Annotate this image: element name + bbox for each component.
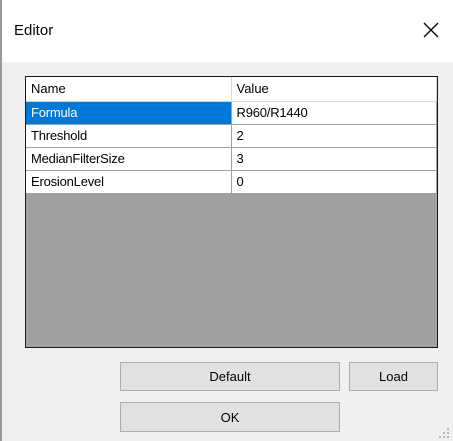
table-row[interactable]: Formula R960/R1440 xyxy=(26,101,437,125)
window-title: Editor xyxy=(14,22,54,39)
column-header-name[interactable]: Name xyxy=(26,77,232,102)
cell-name-threshold[interactable]: Threshold xyxy=(26,124,232,148)
close-icon[interactable] xyxy=(419,18,443,42)
resize-grip-icon[interactable] xyxy=(439,428,449,438)
cell-value-median-filter-size[interactable]: 3 xyxy=(231,147,437,171)
cell-name-erosion-level[interactable]: ErosionLevel xyxy=(26,170,232,194)
table-row[interactable]: MedianFilterSize 3 xyxy=(26,147,437,171)
cell-value-formula[interactable]: R960/R1440 xyxy=(231,101,437,125)
cell-name-median-filter-size[interactable]: MedianFilterSize xyxy=(26,147,232,171)
table-row[interactable]: ErosionLevel 0 xyxy=(26,170,437,194)
default-button[interactable]: Default xyxy=(120,362,340,391)
title-bar[interactable]: Editor xyxy=(2,0,453,62)
property-table: Name Value Formula R960/R1440 Threshold … xyxy=(26,77,437,194)
property-grid[interactable]: Name Value Formula R960/R1440 Threshold … xyxy=(25,76,438,348)
header-row: Name Value xyxy=(26,77,437,102)
cell-value-threshold[interactable]: 2 xyxy=(231,124,437,148)
column-header-value[interactable]: Value xyxy=(231,77,437,102)
table-row[interactable]: Threshold 2 xyxy=(26,124,437,148)
cell-value-erosion-level[interactable]: 0 xyxy=(231,170,437,194)
load-button[interactable]: Load xyxy=(349,362,438,391)
ok-button[interactable]: OK xyxy=(120,402,340,432)
cell-name-formula[interactable]: Formula xyxy=(26,101,232,125)
